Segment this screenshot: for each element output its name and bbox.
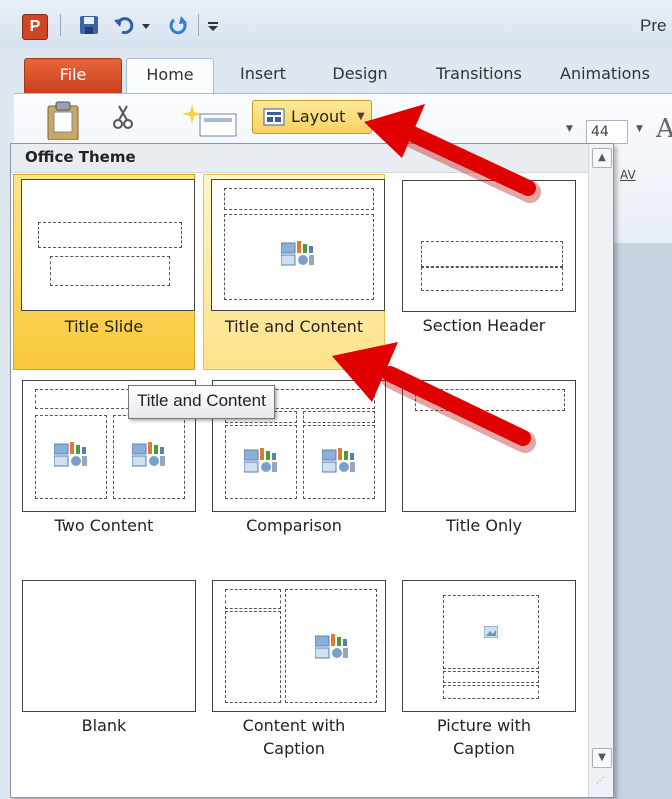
ribbon-tabs: File Home Insert Design Transitions Anim… <box>0 48 672 95</box>
gallery-scrollbar[interactable]: ▲ ▼ ⋰ <box>588 144 613 797</box>
layout-title-and-content[interactable]: Title and Content <box>203 174 385 370</box>
heading-placeholder <box>303 411 375 423</box>
layout-label: Layout <box>291 107 346 126</box>
layout-blank[interactable]: Blank <box>13 574 196 770</box>
scroll-down-icon[interactable]: ▼ <box>592 748 612 768</box>
font-size-field[interactable]: 44 <box>586 120 628 144</box>
redo-icon[interactable] <box>168 14 190 36</box>
layout-thumbnail <box>211 179 385 311</box>
content-placeholder <box>224 214 374 300</box>
gallery-header-label: Office Theme <box>25 148 136 166</box>
customize-qat-icon[interactable] <box>206 14 220 36</box>
content-placeholder <box>303 425 375 499</box>
layout-title-slide[interactable]: Title Slide <box>13 174 195 370</box>
title-placeholder <box>38 222 182 248</box>
qat-separator <box>60 14 61 36</box>
layout-thumbnail <box>22 580 196 712</box>
content-icon <box>244 448 277 473</box>
layout-label: Picture with Caption <box>436 716 532 758</box>
layout-label: Two Content <box>54 516 154 535</box>
paste-icon[interactable] <box>44 100 88 140</box>
new-slide-icon[interactable] <box>182 102 238 138</box>
layout-label: Content with Caption <box>242 716 346 758</box>
picture-icon <box>484 626 498 638</box>
content-icon <box>315 634 348 659</box>
layout-icon <box>263 108 285 126</box>
layout-picture-with-caption[interactable]: Picture with Caption <box>393 574 576 770</box>
undo-icon[interactable] <box>112 14 134 36</box>
title-placeholder <box>225 589 281 609</box>
cut-icon[interactable] <box>112 104 134 130</box>
title-placeholder <box>415 389 565 411</box>
content-icon <box>281 241 314 266</box>
content-placeholder <box>35 415 107 499</box>
content-icon <box>54 442 87 467</box>
content-placeholder <box>225 425 297 499</box>
tab-design[interactable]: Design <box>320 58 400 92</box>
title-bar: P Pre <box>0 0 672 48</box>
tab-home[interactable]: Home <box>126 58 214 95</box>
layout-label: Title Only <box>445 516 523 535</box>
slide-area <box>610 243 672 799</box>
layout-label: Title and Content <box>224 317 364 336</box>
text-placeholder <box>421 267 563 291</box>
layout-label: Blank <box>81 716 127 735</box>
tab-animations[interactable]: Animations <box>560 58 672 92</box>
layout-label: Title Slide <box>64 317 144 336</box>
content-icon <box>322 448 355 473</box>
content-placeholder <box>113 415 185 499</box>
qat-separator <box>198 14 199 36</box>
caption-title-placeholder <box>443 671 539 683</box>
save-icon[interactable] <box>78 14 100 36</box>
character-spacing-icon[interactable]: AV <box>620 168 636 182</box>
title-placeholder <box>421 241 563 267</box>
caption-text-placeholder <box>443 685 539 699</box>
layout-label: Section Header <box>422 316 546 335</box>
tab-insert[interactable]: Insert <box>228 58 298 92</box>
chevron-down-icon[interactable]: ▼ <box>636 124 643 134</box>
picture-placeholder <box>443 595 539 669</box>
text-placeholder <box>225 611 281 703</box>
layout-gallery: Office Theme Title Slide Title and Conte… <box>10 143 614 798</box>
layout-section-header[interactable]: Section Header <box>393 174 576 370</box>
tooltip: Title and Content <box>128 385 275 419</box>
scroll-up-icon[interactable]: ▲ <box>592 148 612 168</box>
content-icon <box>132 442 165 467</box>
tab-transitions[interactable]: Transitions <box>422 58 536 92</box>
gallery-header: Office Theme <box>11 144 589 173</box>
layout-thumbnail <box>402 380 576 512</box>
layout-label: Comparison <box>246 516 342 535</box>
undo-dropdown-icon[interactable] <box>140 14 152 36</box>
window-title: Pre <box>640 16 667 35</box>
layout-button[interactable]: Layout ▼ <box>252 100 372 134</box>
layout-content-with-caption[interactable]: Content with Caption <box>203 574 386 770</box>
layout-thumbnail <box>212 580 386 712</box>
title-placeholder <box>224 188 374 210</box>
resize-grip-icon[interactable]: ⋰ <box>596 776 604 785</box>
grow-font-icon[interactable]: A <box>656 114 672 144</box>
chevron-down-icon: ▼ <box>357 111 365 122</box>
subtitle-placeholder <box>50 256 170 286</box>
chevron-down-icon[interactable]: ▼ <box>566 124 573 134</box>
layout-thumbnail <box>21 179 195 311</box>
tab-file[interactable]: File <box>24 58 122 93</box>
content-placeholder <box>285 589 377 703</box>
layout-thumbnail <box>402 580 576 712</box>
powerpoint-logo-icon[interactable]: P <box>22 14 48 40</box>
layout-title-only[interactable]: Title Only <box>393 374 576 570</box>
layout-thumbnail <box>402 180 576 312</box>
